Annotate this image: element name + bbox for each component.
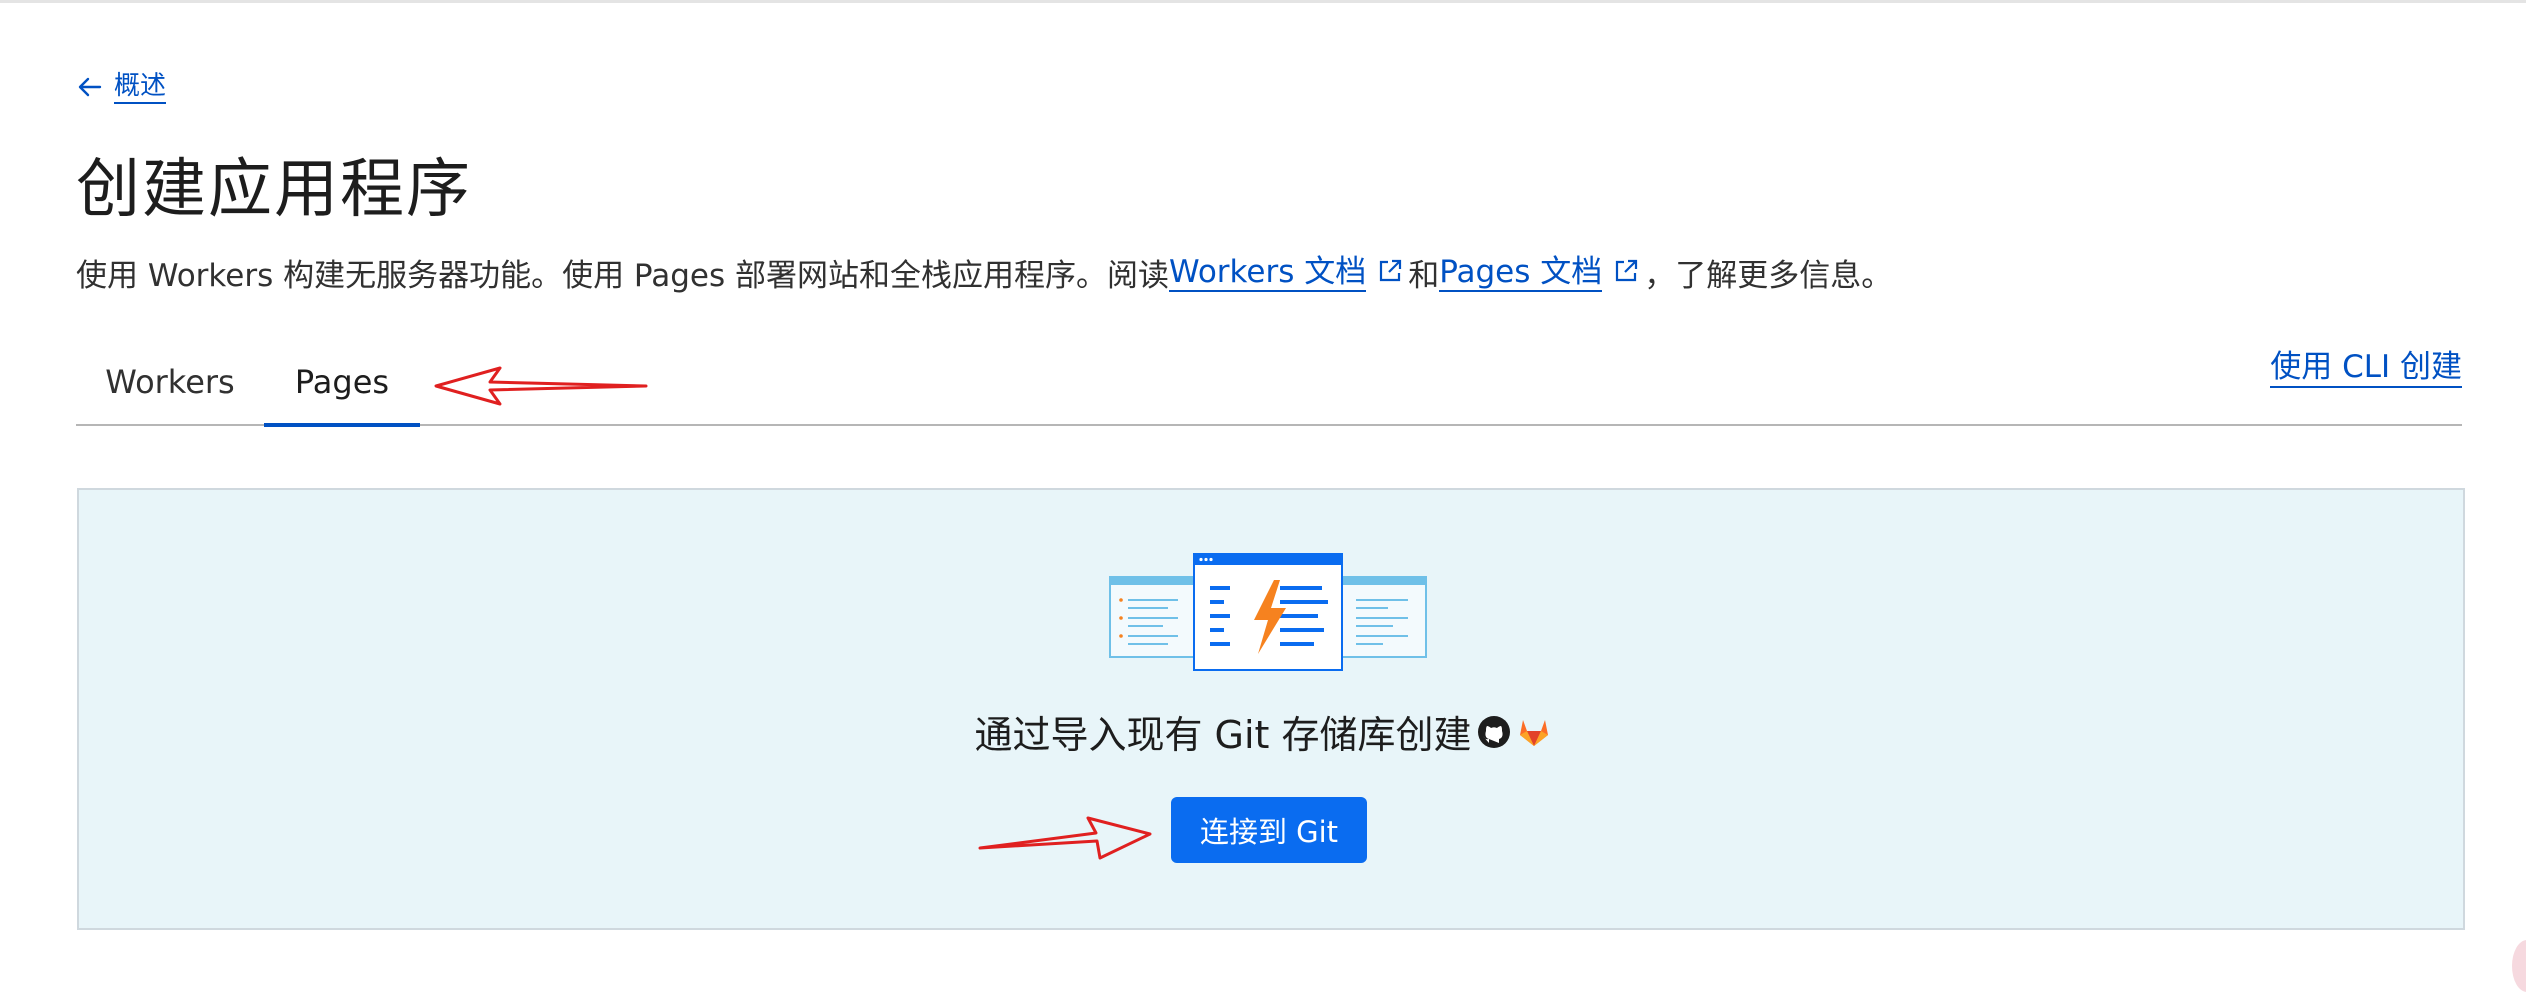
annotation-arrow-icon — [434, 366, 648, 406]
gitlab-icon — [1519, 719, 1548, 746]
workers-docs-link[interactable]: Workers 文档 — [1168, 254, 1367, 292]
git-import-heading-text: 通过导入现有 Git 存储库创建 — [974, 713, 1472, 757]
create-with-cli-link[interactable]: 使用 CLI 创建 — [2270, 348, 2462, 388]
pages-docs-link[interactable]: Pages 文档 — [1439, 254, 1603, 292]
tab-workers[interactable]: Workers — [76, 340, 264, 424]
description-connector: 和 — [1408, 258, 1440, 294]
pages-illustration-icon — [1109, 553, 1427, 671]
git-import-heading: 通过导入现有 Git 存储库创建 — [0, 704, 2526, 759]
back-link-label: 概述 — [114, 70, 167, 104]
page-description: 使用 Workers 构建无服务器功能。使用 Pages 部署网站和全栈应用程序… — [76, 250, 1892, 295]
page: 概述 创建应用程序 使用 Workers 构建无服务器功能。使用 Pages 部… — [0, 0, 2526, 997]
connect-to-git-button[interactable]: 连接到 Git — [1171, 797, 1367, 863]
github-icon — [1477, 715, 1510, 748]
description-text: 使用 Workers 构建无服务器功能。使用 Pages 部署网站和全栈应用程序… — [76, 258, 1169, 294]
annotation-arrow-icon — [978, 816, 1152, 860]
external-link-icon[interactable] — [1376, 257, 1404, 285]
description-suffix: ，了解更多信息。 — [1644, 258, 1893, 294]
external-link-icon[interactable] — [1612, 257, 1640, 285]
arrow-left-icon — [78, 77, 102, 97]
page-title: 创建应用程序 — [76, 153, 472, 227]
tab-pages[interactable]: Pages — [264, 340, 420, 427]
back-link[interactable]: 概述 — [76, 70, 167, 104]
floating-help-button[interactable] — [2512, 940, 2526, 992]
